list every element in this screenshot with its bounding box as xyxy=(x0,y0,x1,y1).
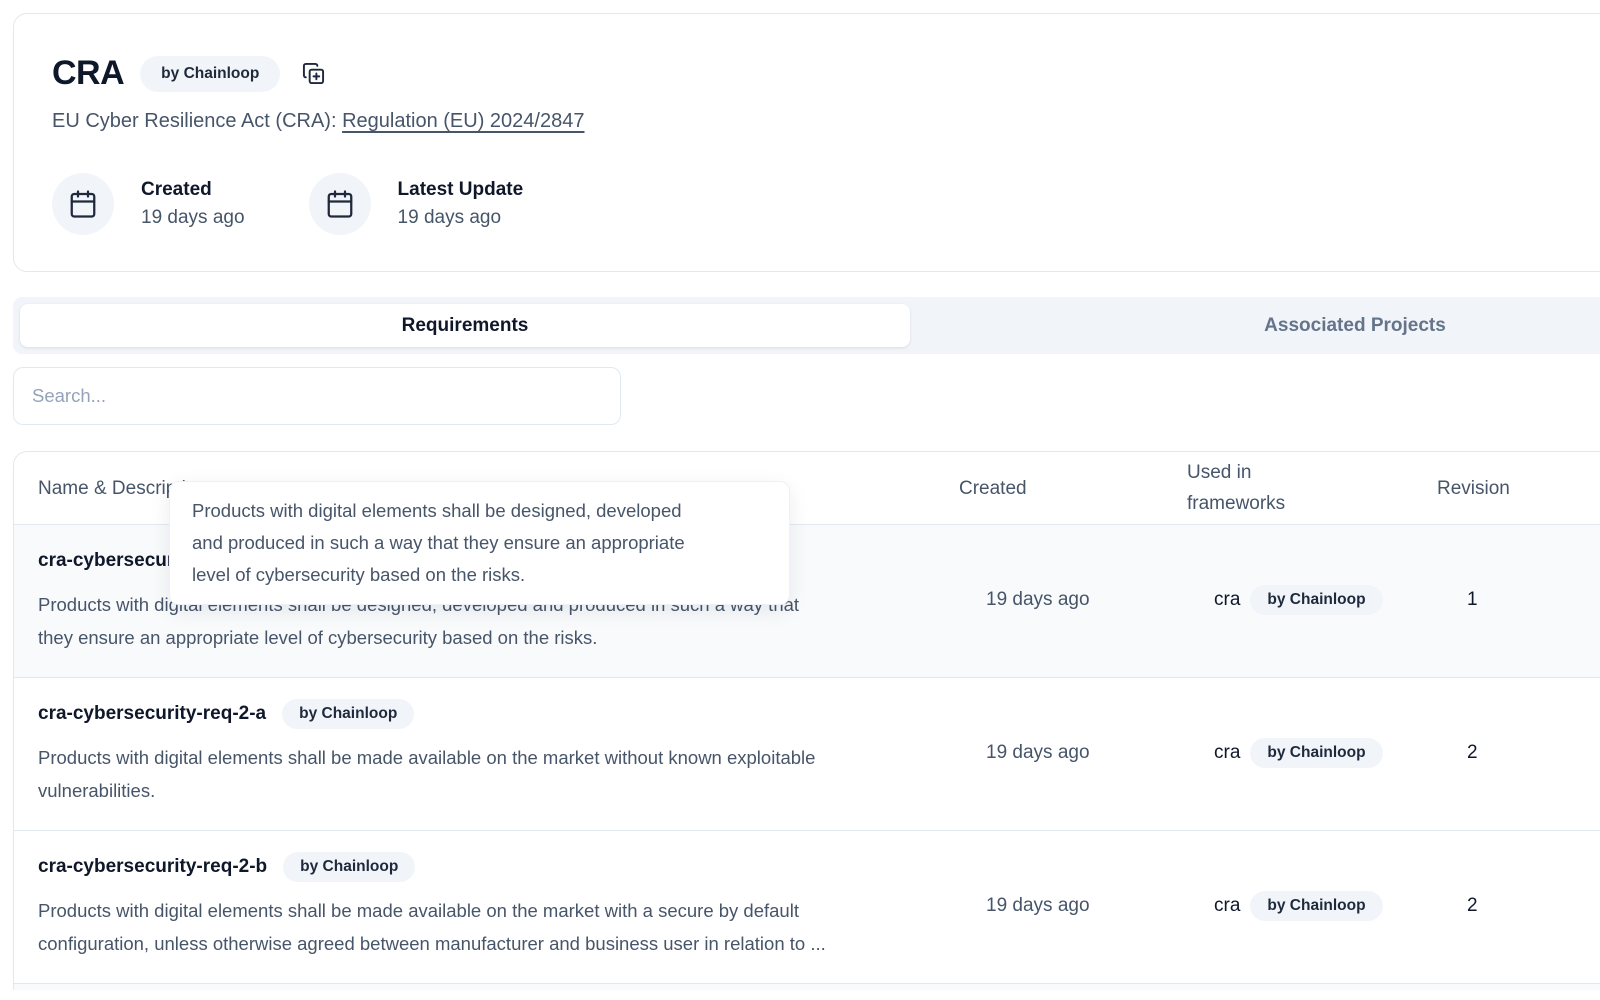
latest-update-label: Latest Update xyxy=(398,179,524,201)
tab-associated-projects[interactable]: Associated Projects xyxy=(910,304,1600,347)
tab-bar: Requirements Associated Projects xyxy=(13,297,1600,354)
table-row[interactable]: cra-cybersecurity-req-2-b by Chainloop P… xyxy=(14,831,1600,984)
meta-created: Created 19 days ago xyxy=(52,173,245,235)
table-row[interactable]: cra-cybersecurity-req-2-a by Chainloop P… xyxy=(14,678,1600,831)
framework-badge: by Chainloop xyxy=(1250,585,1382,615)
requirement-description: Products with digital elements shall be … xyxy=(38,741,919,807)
cell-revision: 1 xyxy=(1437,589,1600,611)
created-label: Created xyxy=(141,179,245,201)
page-title: CRA xyxy=(52,54,124,93)
framework-name: cra xyxy=(1214,895,1240,917)
cell-revision: 2 xyxy=(1437,742,1600,764)
regulation-link[interactable]: Regulation (EU) 2024/2847 xyxy=(342,110,584,132)
column-header-revision: Revision xyxy=(1437,473,1600,504)
next-row-sliver xyxy=(14,984,1600,990)
created-value: 19 days ago xyxy=(141,207,245,229)
cell-name: cra-cybersecurity-req-2-a by Chainloop P… xyxy=(38,699,959,807)
subtitle-text: EU Cyber Resilience Act (CRA): xyxy=(52,110,337,132)
framework-name: cra xyxy=(1214,742,1240,764)
requirement-name: cra-cybersecurity-req-2-b xyxy=(38,856,267,878)
copy-plus-icon xyxy=(302,62,325,85)
cell-frameworks: cra by Chainloop xyxy=(1187,891,1437,921)
description-tooltip: Products with digital elements shall be … xyxy=(169,481,790,605)
framework-badge: by Chainloop xyxy=(1250,738,1382,768)
column-header-created: Created xyxy=(959,473,1187,504)
cell-revision: 2 xyxy=(1437,895,1600,917)
meta-row: Created 19 days ago Latest Update 19 day… xyxy=(52,173,1600,235)
cell-frameworks: cra by Chainloop xyxy=(1187,738,1437,768)
title-row: CRA by Chainloop xyxy=(52,54,1600,93)
requirement-badge: by Chainloop xyxy=(282,699,414,729)
column-header-frameworks: Used in frameworks xyxy=(1187,457,1317,519)
cell-created: 19 days ago xyxy=(959,589,1187,611)
cell-created: 19 days ago xyxy=(959,895,1187,917)
requirement-badge: by Chainloop xyxy=(283,852,415,882)
requirement-description: Products with digital elements shall be … xyxy=(38,894,919,960)
search-input[interactable] xyxy=(13,367,621,425)
calendar-icon xyxy=(309,173,371,235)
calendar-icon xyxy=(52,173,114,235)
copy-plus-button[interactable] xyxy=(302,62,325,85)
latest-update-value: 19 days ago xyxy=(398,207,524,229)
cell-frameworks: cra by Chainloop xyxy=(1187,585,1437,615)
provider-badge: by Chainloop xyxy=(140,56,280,92)
requirement-name: cra-cybersecurity-req-2-a xyxy=(38,703,266,725)
page-content: CRA by Chainloop EU Cyber Resilience Act… xyxy=(0,13,1600,990)
framework-badge: by Chainloop xyxy=(1250,891,1382,921)
meta-latest-update: Latest Update 19 days ago xyxy=(309,173,524,235)
cell-name: cra-cybersecurity-req-2-b by Chainloop P… xyxy=(38,852,959,960)
framework-name: cra xyxy=(1214,589,1240,611)
tab-requirements[interactable]: Requirements xyxy=(20,304,910,347)
search-wrap xyxy=(13,367,1600,425)
cell-created: 19 days ago xyxy=(959,742,1187,764)
framework-header-card: CRA by Chainloop EU Cyber Resilience Act… xyxy=(13,13,1600,272)
framework-subtitle: EU Cyber Resilience Act (CRA): Regulatio… xyxy=(52,110,1600,133)
